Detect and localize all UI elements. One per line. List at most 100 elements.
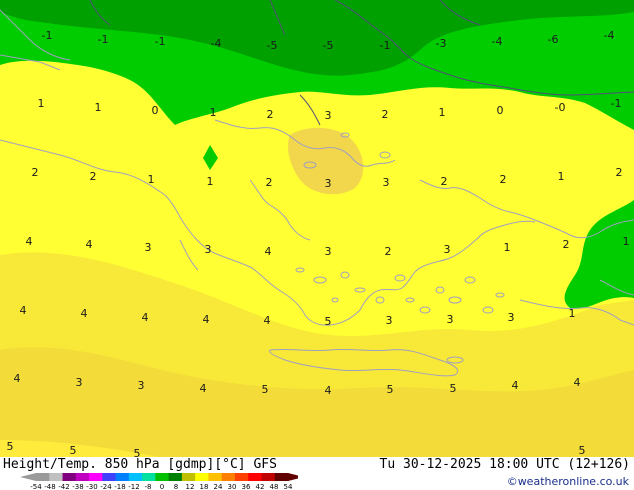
colorbar-tick-label: -18: [114, 483, 125, 490]
map-value-label: 1: [148, 173, 155, 186]
map-value-label: 3: [325, 109, 332, 122]
map-value-label: -6: [548, 33, 559, 46]
footer-bar: Height/Temp. 850 hPa [gdmp][°C] GFS Tu 3…: [0, 457, 634, 490]
colorbar-arrow-right: [288, 473, 298, 481]
map-value-label: 4: [203, 313, 210, 326]
colorbar-tick-label: 12: [186, 483, 195, 490]
colorbar-tick-label: 48: [270, 483, 279, 490]
colorbar-tick-label: -24: [100, 483, 112, 490]
colorbar-legend: -54 -48 -42 -38 -30 -24 -18 -12 -8 0 8 12 18 24 30 36 42…: [20, 473, 298, 490]
map-value-label: 1: [95, 101, 102, 114]
map-value-label: 2: [266, 176, 273, 189]
map-value-label: 4: [512, 379, 519, 392]
map-value-label: -4: [604, 29, 615, 42]
map-value-label: 2: [616, 166, 623, 179]
map-value-label: -1: [155, 35, 166, 48]
colorbar-tick-label: 54: [284, 483, 293, 490]
map-value-label: 4: [200, 382, 207, 395]
colorbar-segment: [62, 473, 77, 481]
colorbar-segment: [208, 473, 223, 481]
map-value-label: 1: [623, 235, 630, 248]
colorbar-tick-label: -54: [30, 483, 42, 490]
colorbar-segment: [36, 473, 50, 481]
colorbar-segment: [155, 473, 170, 481]
map-value-label: 3: [447, 313, 454, 326]
colorbar-tick-label: -42: [58, 483, 69, 490]
map-value-label: 3: [386, 314, 393, 327]
map-value-label: 0: [152, 104, 159, 117]
colorbar-tick-label: -12: [128, 483, 139, 490]
map-value-label: -0: [555, 101, 566, 114]
map-value-label: 4: [20, 304, 27, 317]
map-value-label: -1: [611, 97, 622, 110]
map-value-label: -5: [323, 39, 334, 52]
map-value-label: 5: [70, 444, 77, 457]
map-value-label: 0: [497, 104, 504, 117]
map-value-label: 5: [262, 383, 269, 396]
colorbar-segment: [89, 473, 103, 481]
map-value-label: 1: [504, 241, 511, 254]
colorbar-segment: [195, 473, 209, 481]
colorbar-tick-label: 42: [256, 483, 265, 490]
colorbar-segment: [248, 473, 262, 481]
map-value-label: -5: [267, 39, 278, 52]
site-credit[interactable]: ©weatheronline.co.uk: [507, 475, 629, 488]
map-value-label: -4: [492, 35, 503, 48]
colorbar-arrow-left: [20, 473, 36, 481]
map-value-label: 3: [444, 243, 451, 256]
colorbar-segment: [181, 473, 196, 481]
map-value-label: 1: [558, 170, 565, 183]
map-value-label: 5: [325, 315, 332, 328]
map-value-label: 4: [26, 235, 33, 248]
map-value-label: 2: [500, 173, 507, 186]
map-value-label: 3: [325, 245, 332, 258]
colorbar-segment: [274, 473, 289, 481]
map-value-label: 4: [265, 245, 272, 258]
map-value-label: 1: [569, 307, 576, 320]
colorbar-segment: [75, 473, 90, 481]
map-value-label: 2: [385, 245, 392, 258]
map-value-label: 2: [441, 175, 448, 188]
map-value-label: 4: [86, 238, 93, 251]
map-value-label: 1: [207, 175, 214, 188]
colorbar-tick-label: 30: [228, 483, 237, 490]
map-value-label: -1: [42, 29, 53, 42]
valid-time: Tu 30-12-2025 18:00 UTC (12+126): [379, 457, 630, 472]
temperature-field-map: -1 -1 -1 -4 -5 -5 -1 -3 -4 -6 -4 1 1 0 1 2 3 2 1 0 -0 -1 2 2 1 1 2…: [0, 0, 634, 457]
colorbar-segment: [115, 473, 130, 481]
colorbar-segment: [142, 473, 156, 481]
colorbar-segment: [234, 473, 249, 481]
map-value-label: 5: [134, 447, 141, 457]
map-value-label: 1: [210, 106, 217, 119]
map-value-label: 5: [387, 383, 394, 396]
colorbar-segment: [168, 473, 183, 481]
colorbar-tick-label: -30: [86, 483, 97, 490]
colorbar-tick-label: -38: [72, 483, 83, 490]
colorbar-tick-label: -8: [145, 483, 152, 490]
map-value-label: 4: [14, 372, 21, 385]
map-value-label: 2: [563, 238, 570, 251]
map-value-label: 4: [81, 307, 88, 320]
map-value-label: 4: [264, 314, 271, 327]
map-value-label: 5: [579, 444, 586, 457]
colorbar-tick-label: 8: [174, 483, 178, 490]
colorbar-tick-label: 18: [200, 483, 209, 490]
map-value-label: 2: [90, 170, 97, 183]
colorbar-tick-label: 36: [242, 483, 251, 490]
colorbar-segment: [261, 473, 276, 481]
map-value-label: 3: [138, 379, 145, 392]
map-value-label: -1: [98, 33, 109, 46]
colorbar-tick-label: -48: [44, 483, 55, 490]
map-value-label: 5: [7, 440, 14, 453]
colorbar-tick-label: 24: [214, 483, 223, 490]
map-value-label: 1: [38, 97, 45, 110]
map-value-label: 3: [325, 177, 332, 190]
map-value-label: 3: [383, 176, 390, 189]
map-title: Height/Temp. 850 hPa [gdmp][°C] GFS: [3, 457, 277, 472]
map-value-label: 3: [145, 241, 152, 254]
colorbar-segment: [221, 473, 236, 481]
map-value-label: 4: [142, 311, 149, 324]
map-value-label: 2: [267, 108, 274, 121]
map-value-label: 2: [32, 166, 39, 179]
colorbar-segment: [128, 473, 143, 481]
